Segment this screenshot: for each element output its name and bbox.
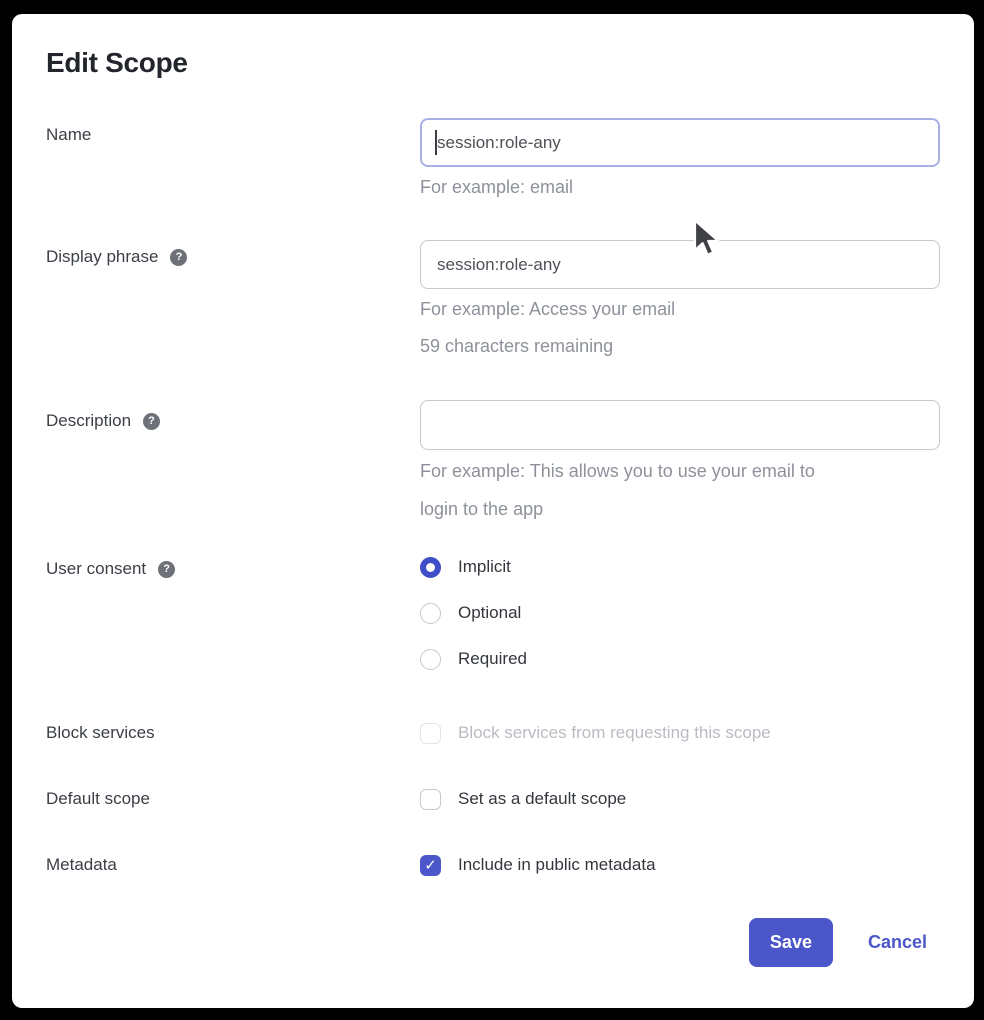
metadata-label: Metadata [46, 854, 117, 876]
dialog-title: Edit Scope [46, 46, 942, 80]
help-icon[interactable]: ? [158, 561, 175, 578]
description-input[interactable] [420, 400, 940, 450]
name-label: Name [46, 124, 91, 146]
description-helper-line-2: login to the app [420, 490, 940, 528]
block-services-checkbox: Block services from requesting this scop… [420, 722, 940, 744]
text-caret [435, 130, 437, 155]
help-icon[interactable]: ? [143, 413, 160, 430]
radio-option-optional[interactable]: Optional [420, 602, 940, 624]
user-consent-radio-group: Implicit Optional Required [420, 556, 940, 670]
cancel-button[interactable]: Cancel [868, 932, 927, 953]
name-helper-text: For example: email [420, 176, 940, 198]
metadata-checkbox[interactable]: ✓ Include in public metadata [420, 854, 940, 876]
dialog-footer: Save Cancel [46, 918, 942, 967]
name-input-wrap [420, 118, 940, 167]
radio-selected-icon [420, 557, 441, 578]
description-helper-line-1: For example: This allows you to use your… [420, 452, 940, 490]
radio-option-label: Optional [458, 602, 521, 624]
default-scope-checkbox[interactable]: Set as a default scope [420, 788, 940, 810]
checkbox-label: Block services from requesting this scop… [458, 722, 771, 744]
display-phrase-helper-text: For example: Access your email [420, 298, 940, 320]
checkbox-label: Include in public metadata [458, 854, 656, 876]
help-icon[interactable]: ? [170, 249, 187, 266]
name-input[interactable] [420, 118, 940, 167]
field-row-display-phrase: Display phrase ? For example: Access you… [46, 240, 942, 357]
checkbox-disabled-icon [420, 723, 441, 744]
radio-option-label: Required [458, 648, 527, 670]
field-row-metadata: Metadata ✓ Include in public metadata [46, 854, 942, 876]
field-row-name: Name For example: email [46, 118, 942, 198]
field-row-user-consent: User consent ? Implicit Optional Require… [46, 556, 942, 670]
checkbox-unchecked-icon [420, 789, 441, 810]
display-phrase-input[interactable] [420, 240, 940, 289]
radio-option-label: Implicit [458, 556, 511, 578]
checkbox-label: Set as a default scope [458, 788, 626, 810]
block-services-label: Block services [46, 722, 155, 744]
save-button[interactable]: Save [749, 918, 833, 967]
display-phrase-label: Display phrase [46, 246, 158, 268]
characters-remaining-text: 59 characters remaining [420, 335, 940, 357]
checkbox-checked-icon: ✓ [420, 855, 441, 876]
radio-unselected-icon [420, 603, 441, 624]
field-row-default-scope: Default scope Set as a default scope [46, 788, 942, 810]
radio-option-required[interactable]: Required [420, 648, 940, 670]
user-consent-label: User consent [46, 558, 146, 580]
default-scope-label: Default scope [46, 788, 150, 810]
field-row-block-services: Block services Block services from reque… [46, 722, 942, 744]
edit-scope-dialog: Edit Scope Name For example: email Displ… [12, 14, 974, 1008]
field-row-description: Description ? For example: This allows y… [46, 400, 942, 528]
radio-unselected-icon [420, 649, 441, 670]
description-label: Description [46, 410, 131, 432]
radio-option-implicit[interactable]: Implicit [420, 556, 940, 578]
